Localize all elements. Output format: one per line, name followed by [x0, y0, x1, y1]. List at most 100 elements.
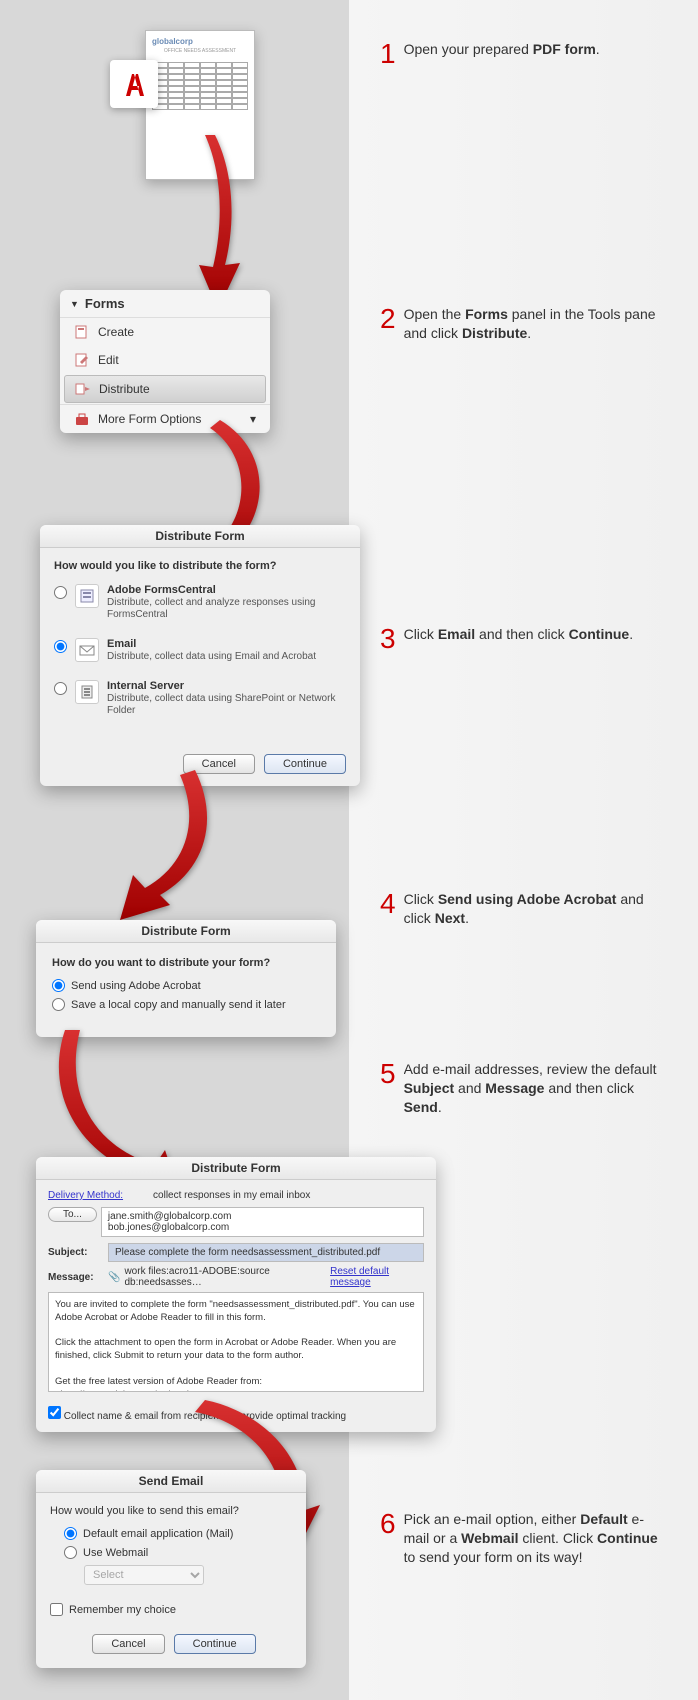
forms-more-options-item[interactable]: More Form Options ▾ — [60, 404, 270, 433]
dialog-title: Send Email — [36, 1470, 306, 1493]
step-5: 5 Add e-mail addresses, review the defau… — [380, 1060, 660, 1117]
radio-webmail[interactable] — [64, 1546, 77, 1559]
message-label: Message: — [48, 1272, 108, 1283]
step-text: Click Email and then click Continue. — [404, 625, 660, 644]
dialog-question: How do you want to distribute your form? — [52, 957, 320, 969]
collect-info-checkbox-row[interactable]: Collect name & email from recipients to … — [48, 1406, 424, 1422]
option-subtitle: Distribute, collect data using SharePoin… — [107, 693, 335, 716]
step-1: 1 Open your prepared PDF form. — [380, 40, 660, 68]
forms-panel: ▼ Forms Create Edit Distribute More Form… — [60, 290, 270, 433]
send-email-dialog: Send Email How would you like to send th… — [36, 1470, 306, 1668]
option-save-local[interactable]: Save a local copy and manually send it l… — [52, 998, 320, 1011]
remember-choice-row[interactable]: Remember my choice — [50, 1603, 292, 1616]
pdf-title: OFFICE NEEDS ASSESSMENT — [152, 48, 248, 54]
attachment-icon: 📎 — [108, 1272, 120, 1283]
continue-button[interactable]: Continue — [174, 1634, 256, 1654]
dialog-title: Distribute Form — [40, 525, 360, 548]
forms-item-label: More Form Options — [98, 412, 201, 426]
cancel-button[interactable]: Cancel — [92, 1634, 164, 1654]
forms-item-label: Distribute — [99, 382, 150, 396]
dialog-question: How would you like to send this email? — [50, 1505, 292, 1517]
disclosure-triangle-icon: ▼ — [70, 299, 79, 309]
recipient-address: jane.smith@globalcorp.com — [108, 1211, 417, 1222]
subject-label: Subject: — [48, 1247, 108, 1258]
option-label: Save a local copy and manually send it l… — [71, 999, 286, 1011]
step-6: 6 Pick an e-mail option, either Default … — [380, 1510, 660, 1567]
chevron-down-icon: ▾ — [250, 412, 256, 426]
checkbox-label: Collect name & email from recipients to … — [64, 1411, 346, 1422]
radio-send-acrobat[interactable] — [52, 979, 65, 992]
pdf-grid — [152, 62, 248, 110]
step-text: Click Send using Adobe Acrobat and click… — [404, 890, 660, 928]
radio-formscentral[interactable] — [54, 586, 67, 599]
create-icon — [74, 324, 90, 340]
formscentral-icon — [75, 584, 99, 608]
option-title: Adobe FormsCentral — [107, 584, 216, 596]
delivery-method-link[interactable]: Delivery Method: — [48, 1190, 123, 1201]
reset-message-link[interactable]: Reset default message — [330, 1266, 424, 1288]
dialog-title: Distribute Form — [36, 920, 336, 943]
forms-panel-header[interactable]: ▼ Forms — [60, 290, 270, 318]
to-button[interactable]: To... — [48, 1207, 97, 1222]
option-webmail[interactable]: Use Webmail — [64, 1546, 292, 1559]
recipients-field[interactable]: jane.smith@globalcorp.com bob.jones@glob… — [101, 1207, 424, 1237]
step-text: Open the Forms panel in the Tools pane a… — [404, 305, 660, 343]
continue-button[interactable]: Continue — [264, 754, 346, 774]
webmail-select[interactable]: Select — [84, 1565, 204, 1585]
recipient-address: bob.jones@globalcorp.com — [108, 1222, 417, 1233]
step-number: 5 — [380, 1060, 396, 1088]
forms-item-label: Edit — [98, 353, 119, 367]
step-text: Open your prepared PDF form. — [404, 40, 660, 59]
step-text: Pick an e-mail option, either Default e-… — [404, 1510, 660, 1567]
message-body-field[interactable]: You are invited to complete the form "ne… — [48, 1292, 424, 1392]
option-subtitle: Distribute, collect data using Email and… — [107, 651, 316, 662]
option-default-email[interactable]: Default email application (Mail) — [64, 1527, 292, 1540]
dialog-title: Distribute Form — [36, 1157, 436, 1180]
distribute-form-dialog-2: Distribute Form How do you want to distr… — [36, 920, 336, 1037]
forms-edit-item[interactable]: Edit — [60, 346, 270, 374]
option-title: Email — [107, 638, 136, 650]
delivery-description: collect responses in my email inbox — [153, 1190, 310, 1201]
cancel-button[interactable]: Cancel — [183, 754, 255, 774]
option-internal-server[interactable]: Internal ServerDistribute, collect data … — [54, 680, 346, 716]
step-2: 2 Open the Forms panel in the Tools pane… — [380, 305, 660, 343]
option-subtitle: Distribute, collect and analyze response… — [107, 597, 315, 620]
step-4: 4 Click Send using Adobe Acrobat and cli… — [380, 890, 660, 928]
step-number: 4 — [380, 890, 396, 918]
remember-checkbox[interactable] — [50, 1603, 63, 1616]
pdf-brand: globalcorp — [152, 37, 248, 46]
forms-create-item[interactable]: Create — [60, 318, 270, 346]
step-number: 6 — [380, 1510, 396, 1538]
step-3: 3 Click Email and then click Continue. — [380, 625, 660, 653]
radio-email[interactable] — [54, 640, 67, 653]
forms-item-label: Create — [98, 325, 134, 339]
attachment-display: 📎 work files:acro11-ADOBE:source db:need… — [108, 1266, 330, 1288]
distribute-icon — [75, 381, 91, 397]
collect-info-checkbox[interactable] — [48, 1406, 61, 1419]
attachment-name: work files:acro11-ADOBE:source db:needsa… — [124, 1266, 330, 1288]
email-icon — [75, 638, 99, 662]
adobe-acrobat-icon — [110, 60, 158, 108]
edit-icon — [74, 352, 90, 368]
option-email[interactable]: EmailDistribute, collect data using Emai… — [54, 638, 346, 662]
step-number: 3 — [380, 625, 396, 653]
forms-distribute-item[interactable]: Distribute — [64, 375, 266, 403]
step-number: 2 — [380, 305, 396, 333]
option-send-acrobat[interactable]: Send using Adobe Acrobat — [52, 979, 320, 992]
forms-panel-title: Forms — [85, 296, 125, 311]
radio-default-email[interactable] — [64, 1527, 77, 1540]
step-text: Add e-mail addresses, review the default… — [404, 1060, 660, 1117]
radio-save-local[interactable] — [52, 998, 65, 1011]
distribute-form-dialog-1: Distribute Form How would you like to di… — [40, 525, 360, 786]
option-label: Send using Adobe Acrobat — [71, 980, 201, 992]
option-title: Internal Server — [107, 680, 184, 692]
arrow-icon — [105, 770, 235, 945]
option-formscentral[interactable]: Adobe FormsCentralDistribute, collect an… — [54, 584, 346, 620]
server-icon — [75, 680, 99, 704]
subject-field[interactable]: Please complete the form needsassessment… — [108, 1243, 424, 1262]
radio-server[interactable] — [54, 682, 67, 695]
checkbox-label: Remember my choice — [69, 1604, 176, 1616]
option-label: Default email application (Mail) — [83, 1528, 233, 1540]
dialog-question: How would you like to distribute the for… — [54, 560, 346, 572]
pdf-document-thumbnail: globalcorp OFFICE NEEDS ASSESSMENT — [145, 30, 255, 180]
